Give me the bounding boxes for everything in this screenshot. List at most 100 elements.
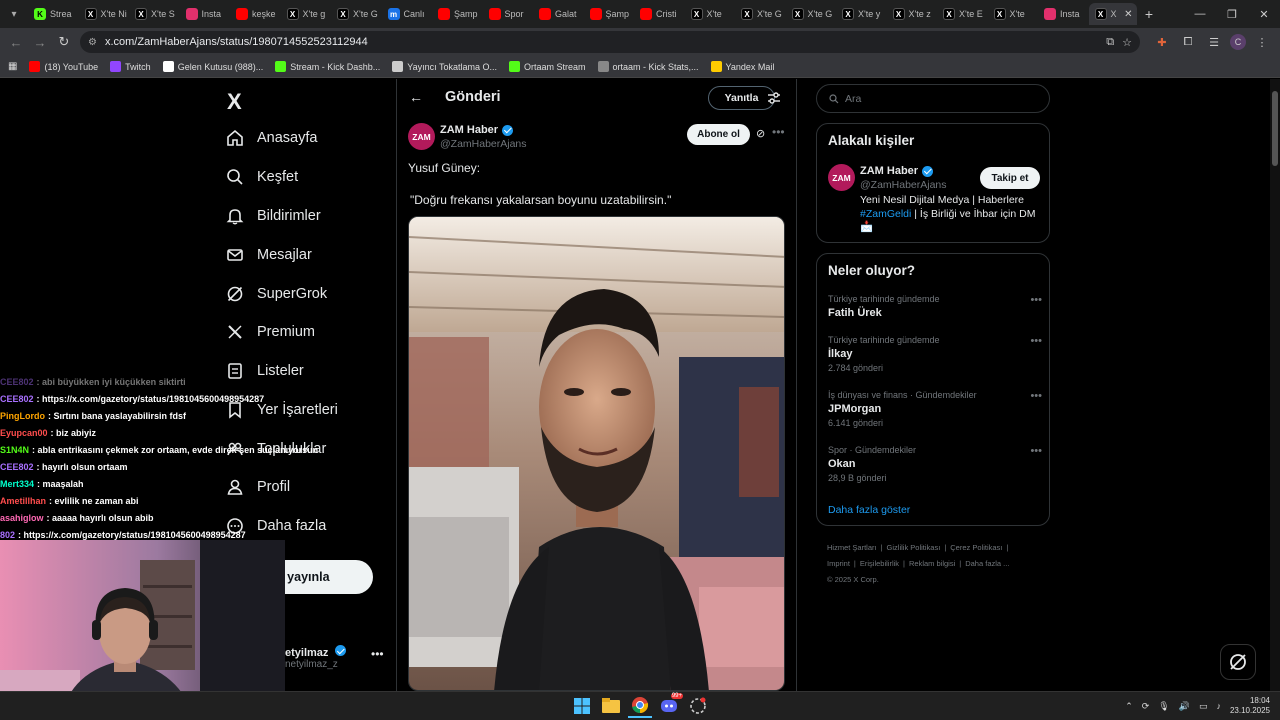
browser-tab[interactable]: Spor (483, 3, 533, 25)
browser-tab[interactable]: Cristi (634, 3, 684, 25)
footer-link[interactable]: Daha fazla ... (965, 559, 1009, 568)
nav-item-grok[interactable]: SuperGrok (225, 279, 327, 309)
maximize-icon[interactable]: ❐ (1216, 0, 1248, 28)
tab-search-icon[interactable]: ▾ (0, 0, 28, 28)
browser-tab[interactable]: X X'te z (887, 3, 937, 25)
back-arrow-icon[interactable]: ← (409, 89, 423, 105)
browser-tab[interactable]: X X'te (685, 3, 735, 25)
forward-icon[interactable]: → (28, 30, 52, 54)
settings-sliders-icon[interactable] (766, 90, 782, 106)
browser-tab[interactable]: X X ✕ (1088, 3, 1137, 25)
bookmark-item[interactable]: Yandex Mail (710, 61, 774, 72)
back-icon[interactable]: ← (4, 30, 28, 54)
reload-icon[interactable]: ↻ (52, 30, 76, 54)
chrome-icon[interactable] (628, 694, 652, 718)
account-more-icon[interactable]: ••• (371, 647, 384, 661)
nav-item-bell[interactable]: Bildirimler (225, 201, 321, 231)
microphone-icon[interactable]: 🎙 (1158, 701, 1169, 712)
x-logo-icon[interactable]: X (227, 89, 242, 115)
post-photo[interactable] (408, 216, 785, 691)
trend-more-icon[interactable]: ••• (1030, 335, 1042, 347)
nav-item-home[interactable]: Anasayfa (225, 123, 317, 153)
file-explorer-icon[interactable] (599, 694, 623, 718)
extensions-puzzle-icon[interactable]: ⧠ (1178, 32, 1198, 52)
apps-grid-icon[interactable]: ▦ (8, 61, 17, 72)
close-window-icon[interactable]: ✕ (1248, 0, 1280, 28)
grok-icon[interactable]: ⊘ (756, 127, 765, 140)
hashtag-link[interactable]: #ZamGeldi (860, 208, 911, 220)
bookmark-item[interactable]: Stream - Kick Dashb... (275, 61, 380, 72)
bookmark-star-icon[interactable]: ☆ (1122, 36, 1132, 49)
nav-item-search[interactable]: Keşfet (225, 162, 298, 192)
browser-tab[interactable]: X X'te g (281, 3, 331, 25)
footer-link[interactable]: © 2025 X Corp. (827, 575, 879, 584)
sync-icon[interactable]: ⟳ (1142, 701, 1150, 712)
browser-tab[interactable]: X X'te S (129, 3, 179, 25)
speaker-icon[interactable]: ♪ (1216, 701, 1221, 711)
minimize-icon[interactable]: — (1184, 0, 1216, 28)
nav-item-mail[interactable]: Mesajlar (225, 240, 312, 270)
browser-tab[interactable]: X X'te G (786, 3, 836, 25)
site-info-icon[interactable]: ⚙ (88, 37, 97, 48)
footer-link[interactable]: Hizmet Şartları (827, 543, 877, 552)
trend-item[interactable]: Türkiye tarihinde gündemde Fatih Ürek ••• (828, 294, 1042, 319)
install-app-icon[interactable]: ⧉ (1106, 36, 1114, 49)
bookmark-item[interactable]: (18) YouTube (29, 61, 98, 72)
browser-tab[interactable]: keşke (230, 3, 280, 25)
search-input[interactable]: Ara (816, 84, 1050, 113)
bookmark-item[interactable]: Yayıncı Tokatlama O... (392, 61, 497, 72)
trend-item[interactable]: Spor · Gündemdekiler Okan 28,9 B gönderi ••… (828, 445, 1042, 483)
extension-icon[interactable]: ✚ (1152, 32, 1172, 52)
browser-tab[interactable]: X X'te y (836, 3, 886, 25)
trend-item[interactable]: İş dünyası ve finans · Gündemdekiler JPMo… (828, 390, 1042, 428)
footer-link[interactable]: Çerez Politikası (950, 543, 1002, 552)
tab-close-icon[interactable]: ✕ (1124, 9, 1132, 20)
trend-more-icon[interactable]: ••• (1030, 294, 1042, 306)
related-name[interactable]: ZAM Haber (860, 165, 918, 177)
browser-tab[interactable]: Şamp (584, 3, 634, 25)
footer-link[interactable]: Reklam bilgisi (909, 559, 955, 568)
discord-icon[interactable]: 99+ (657, 693, 683, 718)
browser-tab[interactable]: X X'te G (331, 3, 381, 25)
system-clock[interactable]: 18:04 23.10.2025 (1230, 696, 1270, 716)
browser-tab[interactable]: X X'te Ni (79, 3, 129, 25)
subscribe-button[interactable]: Abone ol (687, 124, 750, 145)
post-more-icon[interactable]: ••• (772, 125, 785, 139)
bookmark-item[interactable]: Ortaam Stream (509, 61, 586, 72)
browser-tab[interactable]: K Strea (28, 3, 78, 25)
related-avatar[interactable]: ZAM (828, 164, 855, 191)
volume-icon[interactable]: 🔊 (1179, 701, 1190, 712)
author-avatar[interactable]: ZAM (408, 123, 435, 150)
author-handle[interactable]: @ZamHaberAjans (440, 138, 527, 150)
network-icon[interactable]: ▭ (1199, 701, 1208, 712)
new-tab-button[interactable]: + (1137, 6, 1161, 22)
bookmark-item[interactable]: ortaam - Kick Stats,... (597, 61, 699, 72)
footer-link[interactable]: Gizlilik Politikası (887, 543, 941, 552)
game-app-icon[interactable] (686, 694, 710, 718)
scrollbar-thumb[interactable] (1272, 91, 1278, 166)
browser-tab[interactable]: Insta (180, 3, 230, 25)
browser-tab[interactable]: Şamp (432, 3, 482, 25)
trend-item[interactable]: Türkiye tarihinde gündemde İlkay 2.784 gön… (828, 335, 1042, 373)
reply-button[interactable]: Yanıtla (708, 86, 775, 110)
footer-link[interactable]: Erişilebilirlik (860, 559, 899, 568)
browser-tab[interactable]: X X'te E (937, 3, 987, 25)
bookmark-item[interactable]: Twitch (110, 61, 151, 72)
author-name[interactable]: ZAM Haber (440, 124, 498, 136)
browser-tab[interactable]: m Canlı (382, 3, 432, 25)
page-scrollbar[interactable] (1270, 79, 1280, 691)
trend-more-icon[interactable]: ••• (1030, 390, 1042, 402)
grok-floating-button[interactable] (1220, 644, 1256, 680)
windows-start-icon[interactable] (570, 694, 594, 718)
follow-button[interactable]: Takip et (980, 167, 1040, 189)
browser-menu-icon[interactable]: ⋮ (1252, 32, 1272, 52)
browser-tab[interactable]: X X'te G (735, 3, 785, 25)
url-bar[interactable]: ⚙ x.com/ZamHaberAjans/status/19807145525… (80, 31, 1140, 53)
trend-more-icon[interactable]: ••• (1030, 445, 1042, 457)
browser-tab[interactable]: X X'te (988, 3, 1038, 25)
browser-tab[interactable]: Insta (1038, 3, 1088, 25)
footer-link[interactable]: Imprint (827, 559, 850, 568)
show-more-link[interactable]: Daha fazla göster (828, 504, 910, 516)
browser-tab[interactable]: Galat (533, 3, 583, 25)
profile-avatar-icon[interactable]: C (1230, 34, 1246, 50)
